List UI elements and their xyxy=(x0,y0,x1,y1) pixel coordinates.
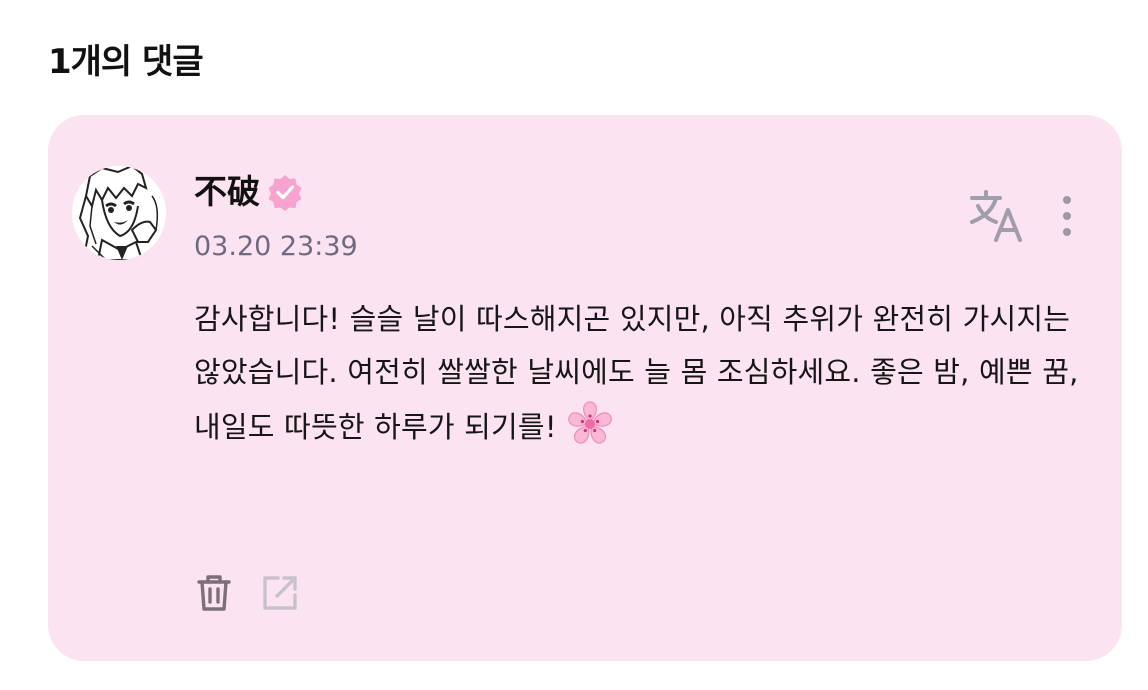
comment-body: 감사합니다! 슬슬 날이 따스해지곤 있지만, 아직 추위가 완전히 가시지는 … xyxy=(194,293,1094,454)
comment-card: 不破 03.20 23:39 감사합니다! 슬슬 날이 따스해지곤 있지만, 아… xyxy=(48,115,1122,661)
author-row: 不破 xyxy=(194,168,304,216)
share-external-icon xyxy=(263,576,297,610)
cherry-blossom-icon xyxy=(565,399,615,449)
trash-icon xyxy=(197,575,231,611)
translate-icon xyxy=(970,190,1022,242)
verified-badge-icon xyxy=(266,173,304,211)
comment-count-heading: 1개의 댓글 xyxy=(48,42,204,82)
delete-button[interactable] xyxy=(194,573,234,613)
translate-button[interactable] xyxy=(966,188,1028,244)
avatar[interactable] xyxy=(72,166,166,260)
comments-page: 1개의 댓글 不破 03.20 23:39 감사합니다! 슬슬 날이 따스해지곤… xyxy=(0,0,1148,690)
author-name[interactable]: 不破 xyxy=(194,168,260,216)
comment-timestamp: 03.20 23:39 xyxy=(194,231,358,262)
more-options-button[interactable] xyxy=(1052,193,1082,239)
more-vertical-icon xyxy=(1063,196,1071,236)
avatar-image xyxy=(72,166,166,260)
share-button[interactable] xyxy=(260,573,300,613)
comment-text: 감사합니다! 슬슬 날이 따스해지곤 있지만, 아직 추위가 완전히 가시지는 … xyxy=(194,302,1079,444)
